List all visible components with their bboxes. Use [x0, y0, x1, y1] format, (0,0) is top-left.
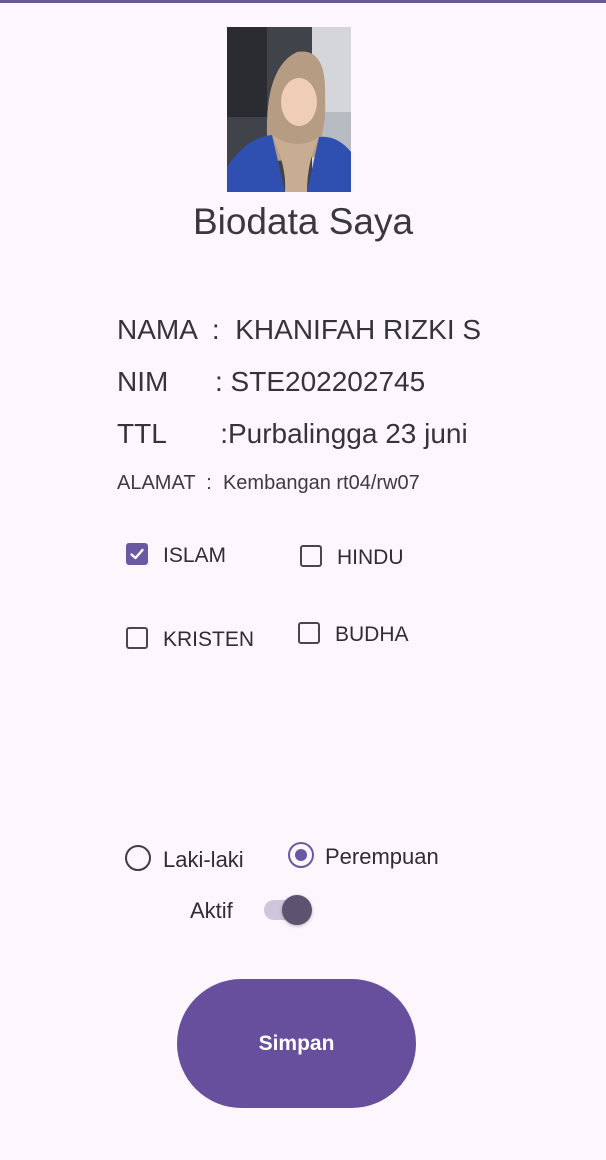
checkbox-label-hindu[interactable]: HINDU: [337, 546, 404, 570]
ttl-text: TTL :Purbalingga 23 juni: [117, 418, 468, 449]
save-button[interactable]: Simpan: [177, 979, 416, 1108]
check-icon: [130, 548, 144, 560]
alamat-text: ALAMAT : Kembangan rt04/rw07: [117, 472, 420, 494]
checkbox-label-kristen[interactable]: KRISTEN: [163, 628, 254, 652]
page-title: Biodata Saya: [192, 201, 414, 242]
checkbox-islam[interactable]: [126, 543, 148, 565]
radio-label-perempuan[interactable]: Perempuan: [325, 844, 439, 870]
nim-text: NIM : STE202202745: [117, 366, 426, 397]
switch-thumb[interactable]: [282, 895, 312, 925]
profile-photo: [227, 27, 351, 192]
nama-text: NAMA : KHANIFAH RIZKI S: [117, 314, 482, 345]
radio-laki-laki[interactable]: [125, 845, 151, 871]
top-bar: [0, 0, 606, 3]
checkbox-label-islam[interactable]: ISLAM: [163, 544, 226, 568]
checkbox-label-budha[interactable]: BUDHA: [335, 623, 409, 647]
radio-label-laki-laki[interactable]: Laki-laki: [163, 847, 244, 873]
radio-perempuan[interactable]: [288, 842, 314, 868]
checkbox-budha[interactable]: [298, 622, 320, 644]
switch-label-aktif: Aktif: [190, 898, 233, 923]
checkbox-hindu[interactable]: [300, 545, 322, 567]
checkbox-kristen[interactable]: [126, 627, 148, 649]
